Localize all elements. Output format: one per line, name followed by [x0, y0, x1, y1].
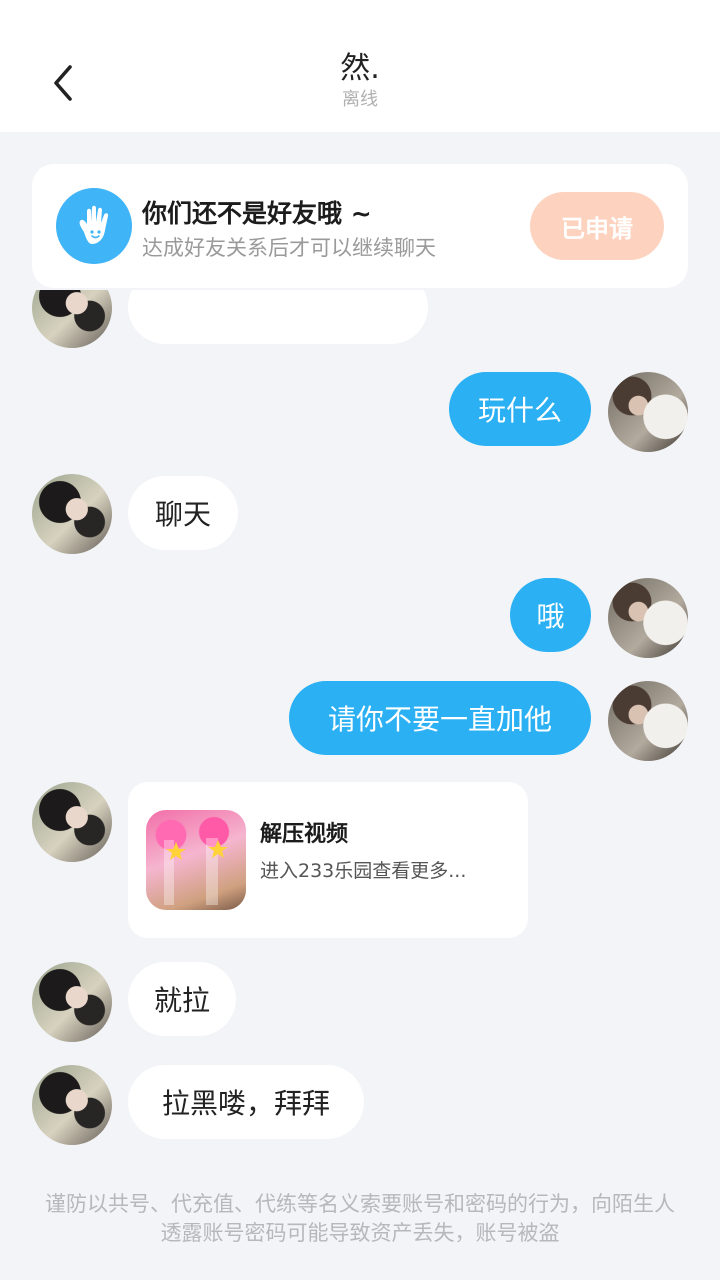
- applied-button[interactable]: 已申请: [530, 192, 664, 260]
- message-bubble-outgoing[interactable]: 请你不要一直加他: [289, 681, 591, 755]
- chat-area[interactable]: 玩什么 聊天 哦 请你不要一直加他 解压视频 进入233乐园查看更多... 就拉…: [0, 290, 720, 1180]
- message-bubble-partial: [128, 290, 428, 344]
- notice-subtitle: 达成好友关系后才可以继续聊天: [142, 236, 436, 260]
- title-block: 然. 离线: [0, 50, 720, 112]
- friend-notice-card: 你们还不是好友哦 ~ 达成好友关系后才可以继续聊天 已申请: [32, 164, 688, 288]
- avatar[interactable]: [608, 681, 688, 761]
- chat-title: 然.: [340, 51, 380, 86]
- avatar[interactable]: [32, 1065, 112, 1145]
- online-status: 离线: [342, 89, 378, 110]
- message-bubble-outgoing[interactable]: 玩什么: [449, 372, 591, 446]
- notice-title: 你们还不是好友哦 ~: [142, 199, 372, 228]
- video-thumbnail: [146, 810, 246, 910]
- avatar[interactable]: [608, 578, 688, 658]
- avatar[interactable]: [608, 372, 688, 452]
- message-bubble-incoming[interactable]: 拉黑喽，拜拜: [128, 1065, 364, 1139]
- message-bubble-incoming[interactable]: 聊天: [128, 476, 238, 550]
- top-bar: 然. 离线: [0, 0, 720, 132]
- avatar[interactable]: [32, 962, 112, 1042]
- avatar[interactable]: [32, 290, 112, 348]
- security-warning: 谨防以共号、代充值、代练等名义索要账号和密码的行为，向陌生人透露账号密码可能导致…: [45, 1192, 675, 1245]
- message-bubble-outgoing[interactable]: 哦: [510, 578, 591, 652]
- avatar[interactable]: [32, 474, 112, 554]
- video-title: 解压视频: [260, 822, 349, 847]
- video-share-card[interactable]: 解压视频 进入233乐园查看更多...: [128, 782, 528, 938]
- hand-icon: [56, 188, 132, 264]
- video-description: 进入233乐园查看更多...: [260, 860, 467, 882]
- message-bubble-incoming[interactable]: 就拉: [128, 962, 236, 1036]
- avatar[interactable]: [32, 782, 112, 862]
